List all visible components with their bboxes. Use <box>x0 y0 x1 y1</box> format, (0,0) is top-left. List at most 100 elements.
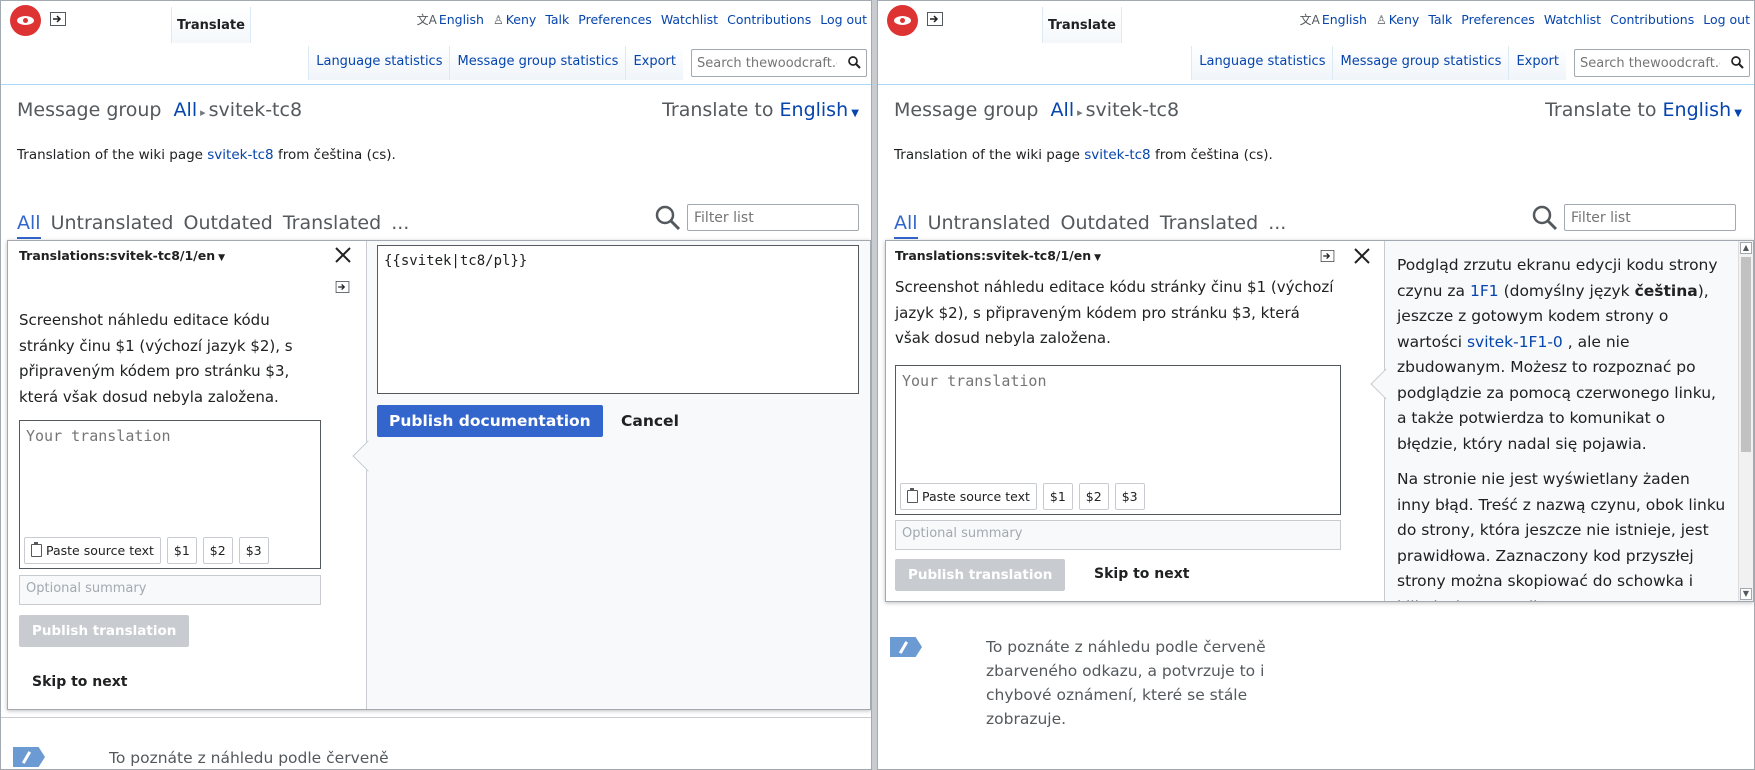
tab-untranslated[interactable]: Untranslated <box>928 212 1051 239</box>
language-statistics-tab[interactable]: Language statistics <box>308 46 450 80</box>
help-link-1f1[interactable]: 1F1 <box>1470 282 1499 300</box>
tab-outdated[interactable]: Outdated <box>183 212 272 239</box>
language-statistics-tab[interactable]: Language statistics <box>1191 46 1333 80</box>
filter-input[interactable] <box>1564 204 1736 231</box>
site-logo[interactable] <box>10 5 41 36</box>
exit-icon[interactable] <box>50 12 66 26</box>
language-label[interactable]: English <box>439 12 484 27</box>
next-message-text[interactable]: To poznáte z náhledu podle červeně <box>109 746 529 769</box>
header-divider <box>878 84 1754 85</box>
help-scrollbar[interactable]: ▲ ▼ <box>1738 241 1753 601</box>
message-group-all-link[interactable]: All <box>174 99 198 121</box>
collapse-icon[interactable] <box>1320 250 1335 262</box>
talk-link[interactable]: Talk <box>1428 12 1452 27</box>
search-input[interactable] <box>692 50 842 76</box>
pencil-icon <box>890 637 922 657</box>
filter-input[interactable] <box>687 204 859 231</box>
summary-input[interactable]: Optional summary <box>895 520 1341 550</box>
translate-to-language[interactable]: English <box>780 99 849 121</box>
preferences-link[interactable]: Preferences <box>1461 12 1535 27</box>
tab-all[interactable]: All <box>17 212 41 239</box>
page-description: Translation of the wiki page svitek-tc8 … <box>17 147 396 163</box>
site-search <box>1574 49 1750 77</box>
tab-translated[interactable]: Translated <box>283 212 381 239</box>
tab-translated[interactable]: Translated <box>1160 212 1258 239</box>
cancel-button[interactable]: Cancel <box>621 412 679 430</box>
skip-to-next-button[interactable]: Skip to next <box>32 674 127 690</box>
insertables-row: Paste source text $1 $2 $3 <box>24 537 269 564</box>
search-icon[interactable] <box>1731 56 1744 69</box>
contributions-link[interactable]: Contributions <box>1610 12 1694 27</box>
user-link[interactable]: ♙ Keny <box>1376 12 1419 27</box>
insertable-1-button[interactable]: $1 <box>166 537 197 564</box>
export-tab[interactable]: Export <box>625 46 683 80</box>
talk-link[interactable]: Talk <box>545 12 569 27</box>
documentation-textarea[interactable]: {{svitek|tc8/pl}} <box>377 245 859 394</box>
collapse-icon[interactable] <box>335 281 350 293</box>
logout-link[interactable]: Log out <box>820 12 867 27</box>
publish-translation-button[interactable]: Publish translation <box>19 615 190 647</box>
translation-textarea[interactable] <box>20 421 320 510</box>
tab-translate[interactable]: Translate <box>171 7 251 43</box>
watchlist-link[interactable]: Watchlist <box>1544 12 1601 27</box>
paste-source-button[interactable]: Paste source text <box>900 483 1037 510</box>
insertable-2-button[interactable]: $2 <box>202 537 233 564</box>
scroll-up-icon[interactable]: ▲ <box>1740 242 1752 254</box>
message-group-all-link[interactable]: All <box>1051 99 1075 121</box>
user-name[interactable]: Keny <box>1389 12 1420 27</box>
search-input[interactable] <box>1575 50 1725 76</box>
tab-more[interactable]: ... <box>391 212 409 239</box>
tab-untranslated[interactable]: Untranslated <box>51 212 174 239</box>
translation-textarea[interactable] <box>896 366 1340 455</box>
paste-source-button[interactable]: Paste source text <box>24 537 161 564</box>
contributions-link[interactable]: Contributions <box>727 12 811 27</box>
publish-translation-button[interactable]: Publish translation <box>895 559 1066 591</box>
message-title[interactable]: Translations:svitek-tc8/1/en ▼ <box>895 248 1101 263</box>
skip-to-next-button[interactable]: Skip to next <box>1094 566 1189 582</box>
translation-editor: Translations:svitek-tc8/1/en ▼ Screenshot… <box>7 240 871 710</box>
description-page-link[interactable]: svitek-tc8 <box>207 147 273 163</box>
scrollbar-thumb[interactable] <box>1741 257 1751 452</box>
description-page-link[interactable]: svitek-tc8 <box>1084 147 1150 163</box>
summary-input[interactable]: Optional summary <box>19 575 321 605</box>
search-icon[interactable] <box>848 56 861 69</box>
insertable-3-button[interactable]: $3 <box>238 537 269 564</box>
scroll-down-icon[interactable]: ▼ <box>1740 588 1752 600</box>
user-name[interactable]: Keny <box>506 12 537 27</box>
help-link-svitek[interactable]: svitek-1F1-0 <box>1467 333 1563 351</box>
exit-icon[interactable] <box>927 12 943 26</box>
translate-to-language[interactable]: English <box>1663 99 1732 121</box>
tab-translate[interactable]: Translate <box>1042 7 1122 43</box>
close-icon[interactable] <box>335 247 351 263</box>
translate-to-selector[interactable]: Translate to English ▼ <box>662 99 859 121</box>
next-message-text[interactable]: To poznáte z náhledu podle červeně zbarv… <box>986 635 1286 731</box>
preferences-link[interactable]: Preferences <box>578 12 652 27</box>
message-group-statistics-tab[interactable]: Message group statistics <box>1332 46 1509 80</box>
tab-all[interactable]: All <box>894 212 918 239</box>
tab-more[interactable]: ... <box>1268 212 1286 239</box>
language-icon: 文A <box>1299 13 1320 27</box>
watchlist-link[interactable]: Watchlist <box>661 12 718 27</box>
close-icon[interactable] <box>1354 248 1370 264</box>
translate-to-label: Translate to <box>662 99 774 121</box>
language-label[interactable]: English <box>1322 12 1367 27</box>
message-group-name[interactable]: svitek-tc8 <box>209 99 302 121</box>
language-link[interactable]: 文A English <box>1300 11 1367 28</box>
message-group-name[interactable]: svitek-tc8 <box>1086 99 1179 121</box>
site-logo[interactable] <box>887 5 918 36</box>
user-link[interactable]: ♙ Keny <box>493 12 536 27</box>
insertable-3-button[interactable]: $3 <box>1114 483 1145 510</box>
language-link[interactable]: 文A English <box>417 11 484 28</box>
translate-to-selector[interactable]: Translate to English ▼ <box>1545 99 1742 121</box>
message-title[interactable]: Translations:svitek-tc8/1/en ▼ <box>19 248 225 263</box>
message-group-statistics-tab[interactable]: Message group statistics <box>449 46 626 80</box>
logout-link[interactable]: Log out <box>1703 12 1750 27</box>
insertables-row: Paste source text $1 $2 $3 <box>900 483 1145 510</box>
chevron-down-icon: ▼ <box>1094 253 1102 263</box>
insertable-2-button[interactable]: $2 <box>1078 483 1109 510</box>
tab-outdated[interactable]: Outdated <box>1060 212 1149 239</box>
insertable-1-button[interactable]: $1 <box>1042 483 1073 510</box>
publish-documentation-button[interactable]: Publish documentation <box>377 405 603 437</box>
source-text: Screenshot náhledu editace kódu stránky … <box>895 278 1334 347</box>
export-tab[interactable]: Export <box>1508 46 1566 80</box>
